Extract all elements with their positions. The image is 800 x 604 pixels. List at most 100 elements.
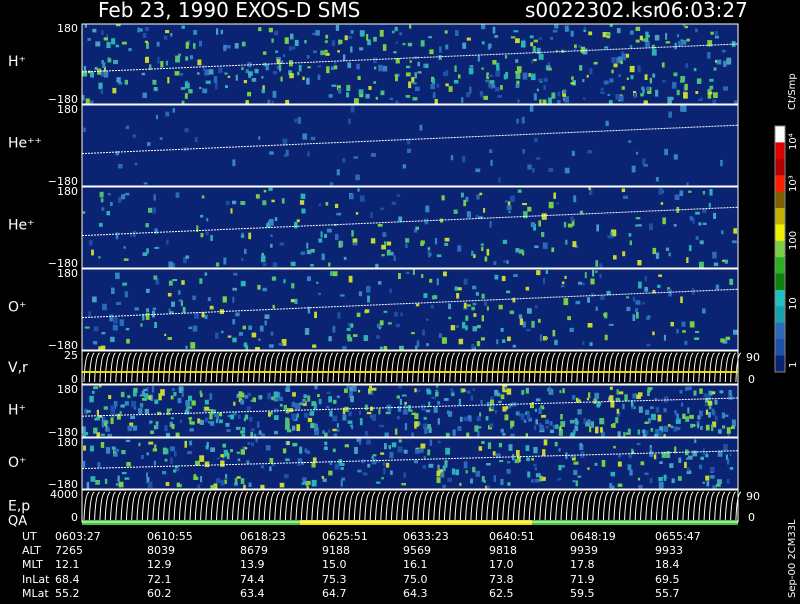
spectrogram-cell: [338, 88, 342, 94]
spectrogram-cell: [670, 321, 674, 327]
spectrogram-cell: [205, 417, 209, 421]
spectrogram-cell: [720, 338, 725, 343]
y-tick-top: 4000: [50, 488, 78, 501]
spectrogram-cell: [165, 60, 168, 66]
spectrogram-cell: [695, 211, 700, 215]
spectrogram-cell: [289, 73, 294, 79]
spectrogram-cell: [441, 472, 445, 478]
spectrogram-cell: [603, 313, 607, 317]
spectrogram-cell: [82, 211, 86, 214]
spectrogram-cell: [381, 477, 384, 480]
spectrogram-cell: [718, 429, 722, 434]
spectrogram-cell: [144, 27, 149, 32]
spectrogram-cell: [362, 472, 368, 476]
spectrogram-cell: [675, 427, 681, 430]
spectrogram-cell: [342, 54, 346, 62]
spectrogram-cell: [447, 411, 453, 417]
spectrogram-cell: [388, 445, 391, 450]
spectrogram-cell: [120, 404, 125, 408]
spectrogram-cell: [328, 94, 333, 98]
spectrogram-cell: [644, 38, 649, 42]
spectrogram-cell: [733, 329, 738, 335]
spectrogram-cell: [575, 300, 581, 305]
spectrogram-cell: [468, 67, 474, 75]
spectrogram-cell: [395, 41, 398, 44]
spectrogram-cell: [157, 56, 160, 64]
spectrogram-cell: [522, 149, 525, 154]
spectrogram-cell: [658, 481, 664, 489]
spectrogram-cell: [330, 271, 333, 276]
spectrogram-cell: [384, 241, 387, 245]
spectrogram-cell: [541, 213, 547, 220]
spectrogram-cell: [610, 471, 616, 477]
spectrogram-cell: [471, 250, 474, 256]
spectrogram-cell: [565, 239, 568, 245]
spectrogram-cell: [712, 99, 717, 105]
spectrogram-cell: [279, 242, 284, 246]
spectrogram-cell: [635, 39, 640, 43]
colorbar-segment: [775, 339, 785, 357]
spectrogram-cell: [241, 258, 244, 261]
spectrogram-cell: [268, 27, 273, 33]
spectrogram-cell: [538, 318, 541, 323]
colorbar-segment: [775, 257, 785, 275]
spectrogram-cell: [143, 182, 148, 185]
spectrogram-cell: [415, 303, 420, 307]
spectrogram-cell: [569, 327, 574, 332]
spectrogram-cell: [275, 50, 279, 53]
spectrogram-cell: [444, 242, 449, 246]
spectrogram-cell: [246, 460, 250, 464]
spectrogram-cell: [479, 192, 483, 196]
spectrogram-cell: [590, 421, 594, 428]
spectrogram-cell: [498, 304, 503, 310]
spectrogram-cell: [472, 302, 477, 306]
spectrogram-cell: [583, 26, 587, 30]
spectrogram-cell: [542, 476, 546, 481]
spectrogram-cell: [106, 447, 111, 454]
spectrogram-cell: [304, 39, 307, 44]
spectrogram-cell: [142, 32, 147, 38]
spectrogram-cell: [389, 451, 394, 459]
spectrogram-cell: [531, 320, 535, 328]
spectrogram-cell: [230, 449, 233, 453]
spectrogram-cell: [193, 43, 196, 49]
spectrogram-cell: [473, 313, 477, 317]
panel-v-r: V,r250900: [8, 349, 760, 386]
spectrogram-cell: [527, 308, 532, 314]
spectrogram-cell: [187, 451, 192, 455]
spectrogram-cell: [506, 290, 511, 294]
spectrogram-cell: [420, 40, 425, 47]
x-axis-value: 16.1: [403, 558, 428, 571]
spectrogram-cell: [141, 455, 144, 459]
spectrogram-cell: [678, 457, 682, 463]
spectrogram-cell: [531, 458, 535, 461]
y-tick-top: 180: [57, 185, 78, 198]
spectrogram-cell: [629, 45, 633, 49]
spectrogram-cell: [144, 409, 150, 414]
version-tag: Sep-00 2CM33L: [787, 519, 798, 598]
spectrogram-cell: [444, 462, 448, 468]
spectrogram-cell: [426, 318, 429, 321]
spectrogram-cell: [454, 286, 458, 291]
spectrogram-cell: [629, 240, 632, 246]
spectrogram-cell: [155, 423, 159, 430]
spectrogram-cell: [391, 201, 397, 205]
spectrogram-cell: [103, 37, 108, 41]
spectrogram-cell: [296, 219, 300, 222]
spectrogram-cell: [455, 325, 460, 328]
spectrogram-cell: [653, 454, 657, 460]
spectrogram-cell: [286, 441, 290, 445]
spectrogram-cell: [123, 246, 126, 249]
spectrogram-cell: [484, 256, 488, 262]
x-axis-value: 63.4: [240, 587, 265, 600]
spectrogram-cell: [173, 469, 177, 473]
panel-label: H⁺: [8, 54, 26, 70]
spectrogram-cell: [83, 66, 87, 71]
spectrogram-cell: [577, 409, 582, 415]
spectrogram-cell: [700, 456, 704, 460]
spectrogram-cell: [571, 395, 576, 400]
spectrogram-cell: [184, 128, 189, 133]
spectrogram-cell: [534, 425, 537, 431]
spectrogram-cell: [333, 399, 337, 404]
spectrogram-cell: [513, 30, 519, 33]
